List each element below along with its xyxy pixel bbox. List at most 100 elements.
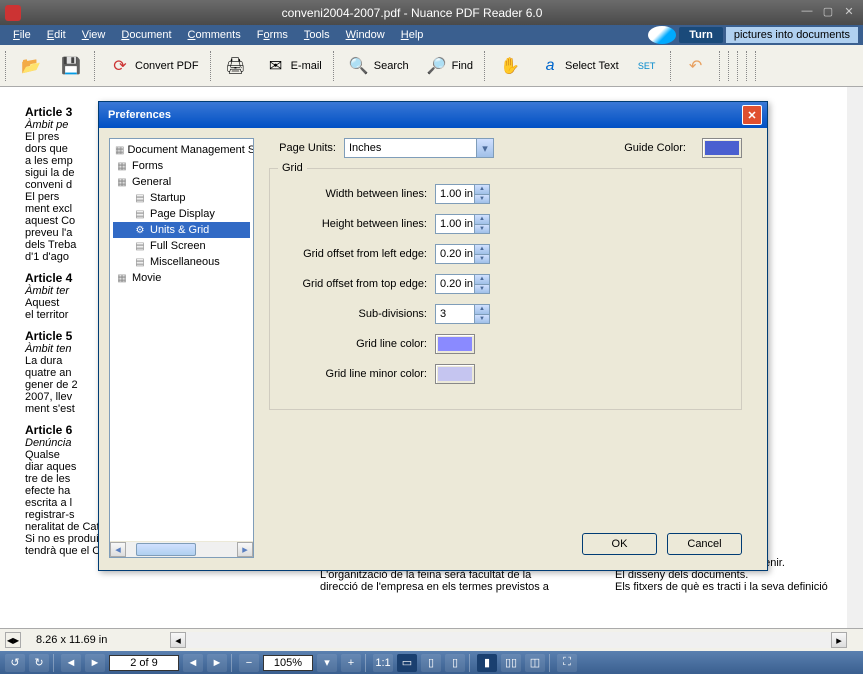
horizontal-scrollbar[interactable]: ◂ ▸ [170,632,847,648]
tree-item[interactable]: ⚙Units & Grid [113,222,250,238]
menu-forms[interactable]: Forms [249,29,296,41]
spin-up-icon[interactable]: ▲ [474,245,489,255]
set-button[interactable]: SET [630,52,664,80]
cancel-button[interactable]: Cancel [667,533,742,555]
zoom-input[interactable] [263,655,313,671]
spin-up-icon[interactable]: ▲ [474,275,489,285]
fit-page-icon[interactable]: ▭ [397,654,417,672]
menu-window[interactable]: Window [338,29,393,41]
undo-button[interactable]: ↶ [679,52,713,80]
tree-item[interactable]: ▤Startup [113,190,250,206]
settings-panel: Page Units: Inches ▾ Guide Color: Grid W… [254,138,757,560]
actual-size-icon[interactable]: 1:1 [373,654,393,672]
fit-width-icon[interactable]: ▯ [421,654,441,672]
last-page-icon[interactable]: ► [207,654,227,672]
grid-spinner[interactable]: 0.20 in ▲▼ [435,244,490,264]
tree-scrollbar[interactable]: ◂ ▸ [110,541,253,557]
text-select-icon: a [538,54,562,78]
grid-spinner[interactable]: 3 ▲▼ [435,304,490,324]
menu-file[interactable]: File [5,29,39,41]
zoom-out-icon[interactable]: − [239,654,259,672]
find-button[interactable]: 🔎Find [420,52,478,80]
scroll-right-icon[interactable]: ▸ [237,542,253,557]
print-button[interactable]: 🖨 [219,52,253,80]
page-icon: ▦ [115,175,129,189]
doc-icon: ▤ [133,207,147,221]
single-page-icon[interactable]: ▮ [477,654,497,672]
menubar: File Edit View Document Comments Forms T… [0,25,863,45]
menu-view[interactable]: View [74,29,114,41]
doc-icon: ▤ [133,239,147,253]
email-button[interactable]: ✉E-mail [259,52,327,80]
ok-button[interactable]: OK [582,533,657,555]
menu-help[interactable]: Help [393,29,432,41]
grid-spinner[interactable]: 0.20 in ▲▼ [435,274,490,294]
open-button[interactable]: 📂 [14,52,48,80]
continuous-icon[interactable]: ▯▯ [501,654,521,672]
page-units-dropdown[interactable]: Inches ▾ [344,138,494,158]
spin-down-icon[interactable]: ▼ [474,285,489,294]
toolbar: 📂 💾 ⟳Convert PDF 🖨 ✉E-mail 🔍Search 🔎Find… [0,45,863,87]
scroll-right-icon[interactable]: ▸ [831,632,847,648]
zoom-dropdown-icon[interactable]: ▾ [317,654,337,672]
select-text-button[interactable]: aSelect Text [533,52,624,80]
spin-up-icon[interactable]: ▲ [474,305,489,315]
spin-up-icon[interactable]: ▲ [474,185,489,195]
dialog-close-icon[interactable]: ✕ [742,105,762,125]
hand-icon: ✋ [498,54,522,78]
hand-tool-button[interactable]: ✋ [493,52,527,80]
menu-comments[interactable]: Comments [180,29,249,41]
rotate-cw-icon[interactable]: ↻ [29,654,49,672]
grid-spinner[interactable]: 1.00 in ▲▼ [435,214,490,234]
convert-pdf-button[interactable]: ⟳Convert PDF [103,52,204,80]
facing-icon[interactable]: ◫ [525,654,545,672]
doc-icon: ▤ [133,191,147,205]
scroll-left-icon[interactable]: ◂ [170,632,186,648]
prev-page-icon[interactable]: ◄ [61,654,81,672]
turn-promo[interactable]: Turn pictures into documents [648,26,858,44]
tree-item[interactable]: ▤Page Display [113,206,250,222]
spin-up-icon[interactable]: ▲ [474,215,489,225]
dialog-title: Preferences [104,109,742,121]
spin-down-icon[interactable]: ▼ [474,315,489,324]
tree-item[interactable]: ▦Forms [113,158,250,174]
menu-edit[interactable]: Edit [39,29,74,41]
save-button[interactable]: 💾 [54,52,88,80]
dropdown-arrow-icon[interactable]: ▾ [476,139,493,157]
guide-color-button[interactable] [702,138,742,158]
tree-item[interactable]: ▤Miscellaneous [113,254,250,270]
spin-down-icon[interactable]: ▼ [474,225,489,234]
turn-button[interactable]: Turn [679,27,723,43]
swoosh-icon [648,26,676,44]
close-window-icon[interactable]: ✕ [840,5,858,20]
rotate-ccw-icon[interactable]: ↺ [5,654,25,672]
panel-toggle-icon[interactable]: ◀▶ [5,632,21,648]
dialog-titlebar[interactable]: Preferences ✕ [99,102,767,128]
menu-document[interactable]: Document [113,29,179,41]
spin-down-icon[interactable]: ▼ [474,195,489,204]
search-button[interactable]: 🔍Search [342,52,414,80]
fullscreen-icon[interactable]: ⛶ [557,654,577,672]
first-page-icon[interactable]: ◄ [183,654,203,672]
grid-line-color-button[interactable] [435,334,475,354]
tree-item[interactable]: ▦Movie [113,270,250,286]
menu-tools[interactable]: Tools [296,29,338,41]
page-input[interactable] [109,655,179,671]
grid-minor-color-button[interactable] [435,364,475,384]
grid-row-label: Sub-divisions: [285,308,435,320]
fit-visible-icon[interactable]: ▯ [445,654,465,672]
minimize-icon[interactable]: — [798,5,816,20]
spin-down-icon[interactable]: ▼ [474,255,489,264]
tree-item[interactable]: ▤Full Screen [113,238,250,254]
tree-item[interactable]: ▦Document Management S [113,142,250,158]
scroll-thumb[interactable] [136,543,196,556]
vertical-scrollbar[interactable] [847,87,863,628]
zoom-in-icon[interactable]: + [341,654,361,672]
scroll-left-icon[interactable]: ◂ [110,542,126,557]
guide-color-label: Guide Color: [624,142,694,154]
doc-icon: ▤ [133,255,147,269]
next-page-icon[interactable]: ► [85,654,105,672]
tree-item[interactable]: ▦General [113,174,250,190]
grid-spinner[interactable]: 1.00 in ▲▼ [435,184,490,204]
maximize-icon[interactable]: ▢ [819,5,837,20]
